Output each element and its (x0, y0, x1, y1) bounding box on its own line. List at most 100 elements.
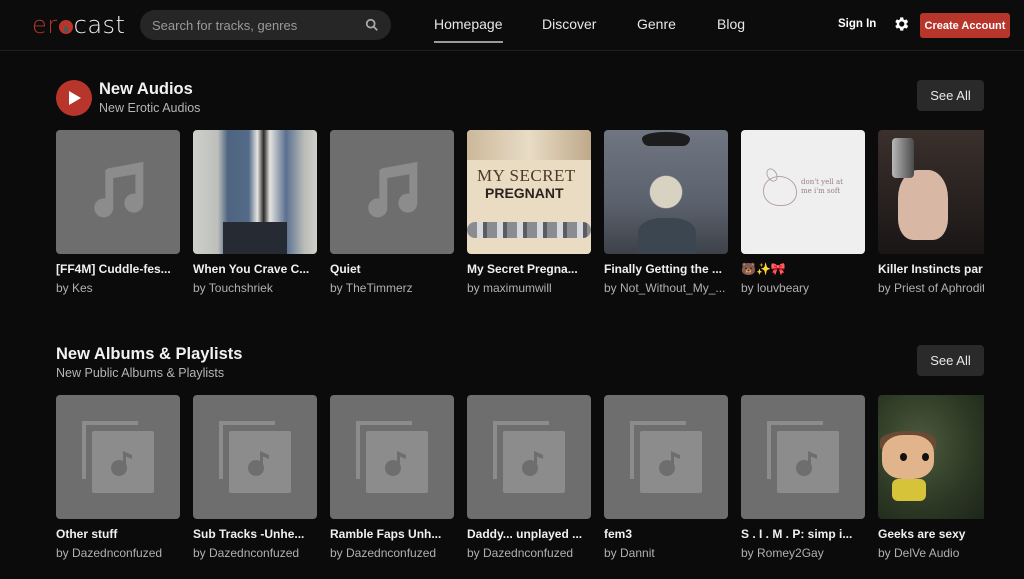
audio-title[interactable]: Quiet (330, 262, 454, 276)
album-card[interactable]: Daddy... unplayed ... by Dazednconfuzed (467, 395, 591, 560)
album-author[interactable]: by Dazednconfuzed (330, 546, 454, 560)
audio-card[interactable]: don't yell at me i'm soft 🐻✨🎀 by louvbea… (741, 130, 865, 295)
album-carousel: Other stuff by Dazednconfuzed Sub Tracks… (56, 395, 984, 565)
audio-cover[interactable] (193, 130, 317, 254)
album-cover[interactable] (193, 395, 317, 519)
audio-card[interactable]: Killer Instincts par by Priest of Aphrod… (878, 130, 984, 295)
album-stack-icon (356, 421, 428, 493)
album-card[interactable]: Sub Tracks -Unhe... by Dazednconfuzed (193, 395, 317, 560)
audio-cover[interactable]: MY SECRET PREGNANT (467, 130, 591, 254)
album-cover[interactable] (604, 395, 728, 519)
cover-chain (467, 222, 591, 238)
nav-genre[interactable]: Genre (637, 16, 676, 32)
top-navigation-bar: er cast Homepage Discover Genre Blog Sig… (0, 0, 1024, 51)
audio-title[interactable]: 🐻✨🎀 (741, 262, 865, 276)
album-author[interactable]: by Dazednconfuzed (193, 546, 317, 560)
cover-text: don't yell at me i'm soft (801, 178, 843, 196)
figure-eye (922, 453, 929, 461)
album-cover[interactable] (467, 395, 591, 519)
audio-cover[interactable] (330, 130, 454, 254)
audio-author[interactable]: by louvbeary (741, 281, 865, 295)
album-title[interactable]: Geeks are sexy (878, 527, 984, 541)
see-all-audios-button[interactable]: See All (917, 80, 984, 111)
audio-author[interactable]: by Touchshriek (193, 281, 317, 295)
figure-eye (900, 453, 907, 461)
audio-card[interactable]: MY SECRET PREGNANT My Secret Pregna... b… (467, 130, 591, 295)
figure-body (892, 479, 926, 501)
logo-mic-icon (58, 20, 73, 34)
album-card[interactable]: Ramble Faps Unh... by Dazednconfuzed (330, 395, 454, 560)
section-subtitle: New Public Albums & Playlists (56, 366, 225, 380)
section-play-icon (56, 80, 92, 116)
album-card[interactable]: fem3 by Dannit (604, 395, 728, 560)
section-header-new-audios: New Audios New Erotic Audios (99, 80, 200, 115)
audio-cover[interactable] (604, 130, 728, 254)
audio-author[interactable]: by Priest of Aphrodit (878, 281, 984, 295)
album-stack-icon (767, 421, 839, 493)
logo-text-part2: cast (73, 11, 126, 39)
audio-card[interactable]: When You Crave C... by Touchshriek (193, 130, 317, 295)
album-cover[interactable] (330, 395, 454, 519)
album-cover[interactable] (741, 395, 865, 519)
cover-text-line: me i'm soft (801, 187, 841, 196)
audio-card[interactable]: Finally Getting the ... by Not_Without_M… (604, 130, 728, 295)
search-bar (140, 10, 391, 40)
album-stack-icon (219, 421, 291, 493)
audio-title[interactable]: [FF4M] Cuddle-fes... (56, 262, 180, 276)
audio-title[interactable]: Killer Instincts par (878, 262, 984, 276)
album-title[interactable]: Other stuff (56, 527, 180, 541)
erocast-logo[interactable]: er cast (32, 10, 125, 40)
audio-title[interactable]: Finally Getting the ... (604, 262, 728, 276)
sign-in-link[interactable]: Sign In (838, 18, 876, 30)
album-author[interactable]: by Dazednconfuzed (467, 546, 591, 560)
album-stack-icon (493, 421, 565, 493)
album-card[interactable]: Geeks are sexy by DelVe Audio (878, 395, 984, 560)
audio-carousel: [FF4M] Cuddle-fes... by Kes When You Cra… (56, 130, 984, 300)
album-cover[interactable] (56, 395, 180, 519)
see-all-albums-button[interactable]: See All (917, 345, 984, 376)
audio-cover[interactable] (878, 130, 984, 254)
create-account-button[interactable]: Create Account (920, 13, 1010, 38)
album-title[interactable]: fem3 (604, 527, 728, 541)
nav-blog[interactable]: Blog (717, 16, 745, 32)
album-author[interactable]: by Dannit (604, 546, 728, 560)
audio-title[interactable]: My Secret Pregna... (467, 262, 591, 276)
section-title: New Albums & Playlists (56, 345, 243, 363)
logo-text-part1: er (32, 11, 58, 39)
album-author[interactable]: by Romey2Gay (741, 546, 865, 560)
section-header-albums: New Albums & Playlists New Public Albums… (56, 345, 242, 380)
gear-icon[interactable] (892, 15, 910, 33)
music-note-icon (368, 161, 418, 218)
album-card[interactable]: Other stuff by Dazednconfuzed (56, 395, 180, 560)
cover-decoration (467, 130, 591, 160)
album-stack-icon (82, 421, 154, 493)
cover-text: MY SECRET (477, 166, 576, 185)
music-note-icon (94, 161, 144, 218)
audio-cover[interactable]: don't yell at me i'm soft (741, 130, 865, 254)
section-title: New Audios (99, 80, 193, 98)
section-subtitle: New Erotic Audios (99, 101, 201, 115)
search-icon[interactable] (365, 18, 379, 32)
album-title[interactable]: Ramble Faps Unh... (330, 527, 454, 541)
album-cover[interactable] (878, 395, 984, 519)
audio-card[interactable]: [FF4M] Cuddle-fes... by Kes (56, 130, 180, 295)
audio-author[interactable]: by maximumwill (467, 281, 591, 295)
cover-text: PREGNANT (485, 185, 564, 201)
audio-author[interactable]: by TheTimmerz (330, 281, 454, 295)
album-author[interactable]: by Dazednconfuzed (56, 546, 180, 560)
album-title[interactable]: Sub Tracks -Unhe... (193, 527, 317, 541)
audio-card[interactable]: Quiet by TheTimmerz (330, 130, 454, 295)
album-card[interactable]: S . I . M . P: simp i... by Romey2Gay (741, 395, 865, 560)
audio-cover[interactable] (56, 130, 180, 254)
audio-title[interactable]: When You Crave C... (193, 262, 317, 276)
album-title[interactable]: Daddy... unplayed ... (467, 527, 591, 541)
album-author[interactable]: by DelVe Audio (878, 546, 984, 560)
audio-author[interactable]: by Kes (56, 281, 180, 295)
audio-author[interactable]: by Not_Without_My_... (604, 281, 728, 295)
bunny-drawing (763, 176, 797, 206)
cover-text-line: don't yell at (801, 178, 843, 186)
search-input[interactable] (152, 17, 365, 33)
album-title[interactable]: S . I . M . P: simp i... (741, 527, 865, 541)
nav-homepage[interactable]: Homepage (434, 16, 503, 43)
nav-discover[interactable]: Discover (542, 16, 596, 32)
